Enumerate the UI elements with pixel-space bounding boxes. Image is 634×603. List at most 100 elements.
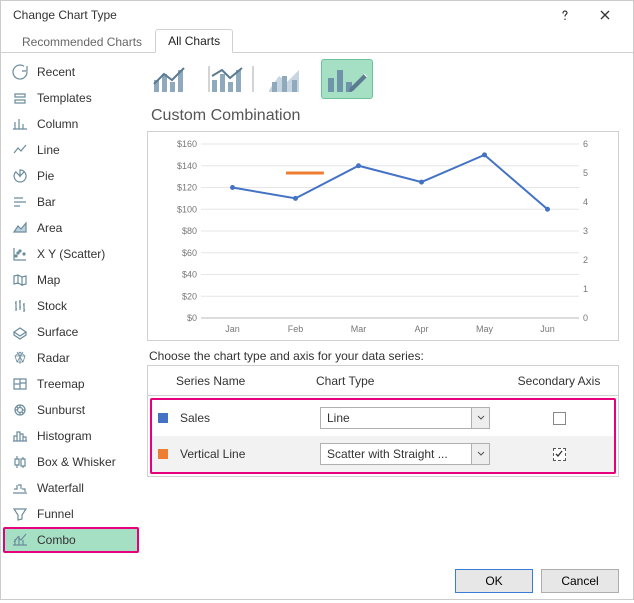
histogram-icon bbox=[11, 428, 29, 444]
area-icon bbox=[11, 220, 29, 236]
box-whisker-icon bbox=[11, 454, 29, 470]
svg-text:$140: $140 bbox=[177, 161, 197, 171]
sidebar-item-label: Waterfall bbox=[37, 481, 84, 495]
pie-icon bbox=[11, 168, 29, 184]
chart-type-value: Scatter with Straight ... bbox=[327, 447, 448, 461]
chart-preview: $0$20$40$60$80$100$120$140$1600123456Jan… bbox=[147, 131, 619, 341]
tab-all-charts[interactable]: All Charts bbox=[155, 29, 233, 53]
series-row-sales: Sales Line bbox=[152, 400, 614, 436]
sidebar-item-radar[interactable]: Radar bbox=[1, 345, 141, 371]
svg-text:$0: $0 bbox=[187, 313, 197, 323]
secondary-axis-checkbox[interactable] bbox=[553, 412, 566, 425]
line-icon bbox=[11, 142, 29, 158]
section-title: Custom Combination bbox=[151, 107, 619, 125]
svg-text:Mar: Mar bbox=[351, 324, 367, 334]
svg-text:2: 2 bbox=[583, 255, 588, 265]
secondary-axis-checkbox[interactable] bbox=[553, 448, 566, 461]
help-button[interactable] bbox=[545, 1, 585, 29]
series-row-vertical-line: Vertical Line Scatter with Straight ... bbox=[152, 436, 614, 472]
map-icon bbox=[11, 272, 29, 288]
sidebar-item-combo[interactable]: Combo bbox=[3, 527, 139, 553]
col-series-name: Series Name bbox=[176, 374, 316, 388]
sidebar-item-label: Area bbox=[37, 221, 62, 235]
tab-recommended-charts[interactable]: Recommended Charts bbox=[9, 30, 155, 53]
sidebar-item-label: Map bbox=[37, 273, 60, 287]
close-button[interactable] bbox=[585, 1, 625, 29]
sidebar-item-label: Radar bbox=[37, 351, 70, 365]
svg-text:4: 4 bbox=[583, 197, 588, 207]
series-color-swatch bbox=[158, 413, 168, 423]
sidebar-item-column[interactable]: Column bbox=[1, 111, 141, 137]
waterfall-icon bbox=[11, 480, 29, 496]
series-table: Series Name Chart Type Secondary Axis Sa… bbox=[147, 365, 619, 477]
svg-text:$60: $60 bbox=[182, 248, 197, 258]
svg-text:5: 5 bbox=[583, 168, 588, 178]
sidebar-item-x-y-scatter-[interactable]: X Y (Scatter) bbox=[1, 241, 141, 267]
sidebar-item-stock[interactable]: Stock bbox=[1, 293, 141, 319]
column-icon bbox=[11, 116, 29, 132]
radar-icon bbox=[11, 350, 29, 366]
sunburst-icon bbox=[11, 402, 29, 418]
sidebar-item-label: X Y (Scatter) bbox=[37, 247, 105, 261]
sidebar-item-waterfall[interactable]: Waterfall bbox=[1, 475, 141, 501]
svg-text:$40: $40 bbox=[182, 270, 197, 280]
secondary-axis-cell bbox=[510, 412, 608, 425]
chevron-down-icon bbox=[471, 444, 489, 464]
bar-icon bbox=[11, 194, 29, 210]
cancel-button[interactable]: Cancel bbox=[541, 569, 619, 593]
sidebar-item-histogram[interactable]: Histogram bbox=[1, 423, 141, 449]
series-rows-highlight: Sales Line Vertical Line Scatter with St… bbox=[150, 398, 616, 474]
svg-text:May: May bbox=[476, 324, 494, 334]
sidebar-item-label: Recent bbox=[37, 65, 75, 79]
svg-text:6: 6 bbox=[583, 139, 588, 149]
sidebar-item-map[interactable]: Map bbox=[1, 267, 141, 293]
sidebar-item-label: Combo bbox=[37, 533, 76, 547]
sidebar-item-label: Treemap bbox=[37, 377, 85, 391]
sidebar-item-templates[interactable]: Templates bbox=[1, 85, 141, 111]
svg-text:Jun: Jun bbox=[540, 324, 555, 334]
sidebar-item-treemap[interactable]: Treemap bbox=[1, 371, 141, 397]
ok-button[interactable]: OK bbox=[455, 569, 533, 593]
svg-text:$120: $120 bbox=[177, 183, 197, 193]
chart-type-select[interactable]: Line bbox=[320, 407, 490, 429]
sidebar-item-surface[interactable]: Surface bbox=[1, 319, 141, 345]
change-chart-type-dialog: Change Chart Type Recommended Charts All… bbox=[0, 0, 634, 600]
svg-text:Apr: Apr bbox=[414, 324, 428, 334]
svg-text:Jan: Jan bbox=[225, 324, 240, 334]
series-header-text: Choose the chart type and axis for your … bbox=[149, 349, 619, 363]
subtype-clustered-column-line[interactable] bbox=[147, 59, 199, 99]
subtype-stacked-area-column[interactable] bbox=[263, 59, 315, 99]
sidebar-item-label: Surface bbox=[37, 325, 78, 339]
series-table-header: Series Name Chart Type Secondary Axis bbox=[148, 366, 618, 396]
sidebar-item-label: Histogram bbox=[37, 429, 92, 443]
col-secondary-axis: Secondary Axis bbox=[506, 374, 612, 388]
subtype-clustered-column-line-secondary[interactable] bbox=[205, 59, 257, 99]
chart-type-select[interactable]: Scatter with Straight ... bbox=[320, 443, 490, 465]
sidebar-item-label: Sunburst bbox=[37, 403, 85, 417]
sidebar-item-label: Pie bbox=[37, 169, 54, 183]
sidebar-item-line[interactable]: Line bbox=[1, 137, 141, 163]
svg-text:1: 1 bbox=[583, 284, 588, 294]
surface-icon bbox=[11, 324, 29, 340]
dialog-body: Recent TemplatesColumn Line Pie Bar Area X Y (… bbox=[1, 53, 633, 559]
main-panel: Custom Combination $0$20$40$60$80$100$12… bbox=[141, 53, 633, 559]
sidebar-item-box-whisker[interactable]: Box & Whisker bbox=[1, 449, 141, 475]
sidebar-item-label: Funnel bbox=[37, 507, 74, 521]
sidebar-item-bar[interactable]: Bar bbox=[1, 189, 141, 215]
sidebar-item-recent[interactable]: Recent bbox=[1, 59, 141, 85]
subtype-custom-combination[interactable] bbox=[321, 59, 373, 99]
svg-text:0: 0 bbox=[583, 313, 588, 323]
series-color-swatch bbox=[158, 449, 168, 459]
sidebar-item-area[interactable]: Area bbox=[1, 215, 141, 241]
sidebar-item-funnel[interactable]: Funnel bbox=[1, 501, 141, 527]
svg-text:3: 3 bbox=[583, 226, 588, 236]
sidebar-item-pie[interactable]: Pie bbox=[1, 163, 141, 189]
combo-icon bbox=[11, 532, 29, 548]
sidebar-item-sunburst[interactable]: Sunburst bbox=[1, 397, 141, 423]
templates-icon bbox=[11, 90, 29, 106]
svg-text:Feb: Feb bbox=[288, 324, 304, 334]
chart-type-value: Line bbox=[327, 411, 350, 425]
series-name: Vertical Line bbox=[180, 447, 320, 461]
col-chart-type: Chart Type bbox=[316, 374, 506, 388]
sidebar-item-label: Line bbox=[37, 143, 60, 157]
